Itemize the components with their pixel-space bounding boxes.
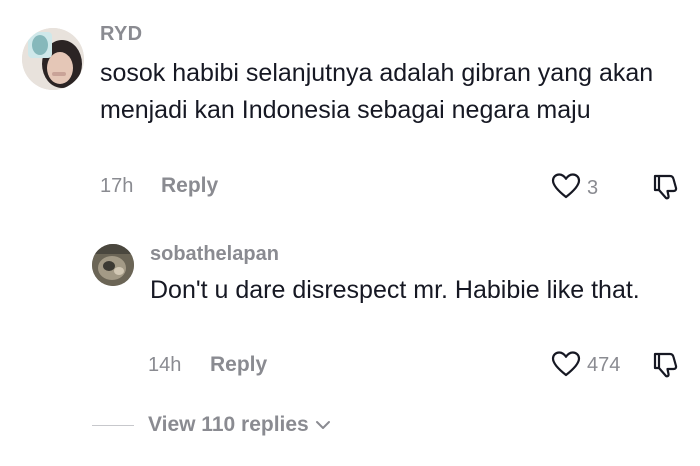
reply-button[interactable]: Reply xyxy=(161,174,218,198)
heart-outline-icon[interactable] xyxy=(551,172,581,205)
thumbs-down-outline-icon[interactable] xyxy=(651,172,679,205)
avatar-photo xyxy=(22,28,84,90)
user-avatar[interactable] xyxy=(22,28,84,90)
reply-username[interactable]: sobathelapan xyxy=(150,243,279,266)
reply-text: Don't u dare disrespect mr. Habibie like… xyxy=(150,276,640,304)
comment-timestamp: 17h xyxy=(100,175,134,197)
comment-username[interactable]: RYD xyxy=(100,23,142,46)
like-count: 3 xyxy=(587,177,599,199)
reply-user-avatar[interactable] xyxy=(92,244,134,286)
thumbs-down-outline-icon[interactable] xyxy=(651,350,679,383)
reply-timestamp: 14h xyxy=(148,354,182,376)
heart-outline-icon[interactable] xyxy=(551,350,581,383)
reply-like-count: 474 xyxy=(587,354,621,376)
thread-divider xyxy=(92,425,134,426)
chevron-down-icon xyxy=(315,413,331,437)
view-replies-label: View 110 replies xyxy=(148,413,309,436)
reply-reply-button[interactable]: Reply xyxy=(210,353,267,377)
comment-text: sosok habibi selanjutnya adalah gibran y… xyxy=(100,59,654,124)
view-replies-button[interactable]: View 110 replies xyxy=(148,413,331,437)
reply-avatar-photo xyxy=(92,244,134,286)
